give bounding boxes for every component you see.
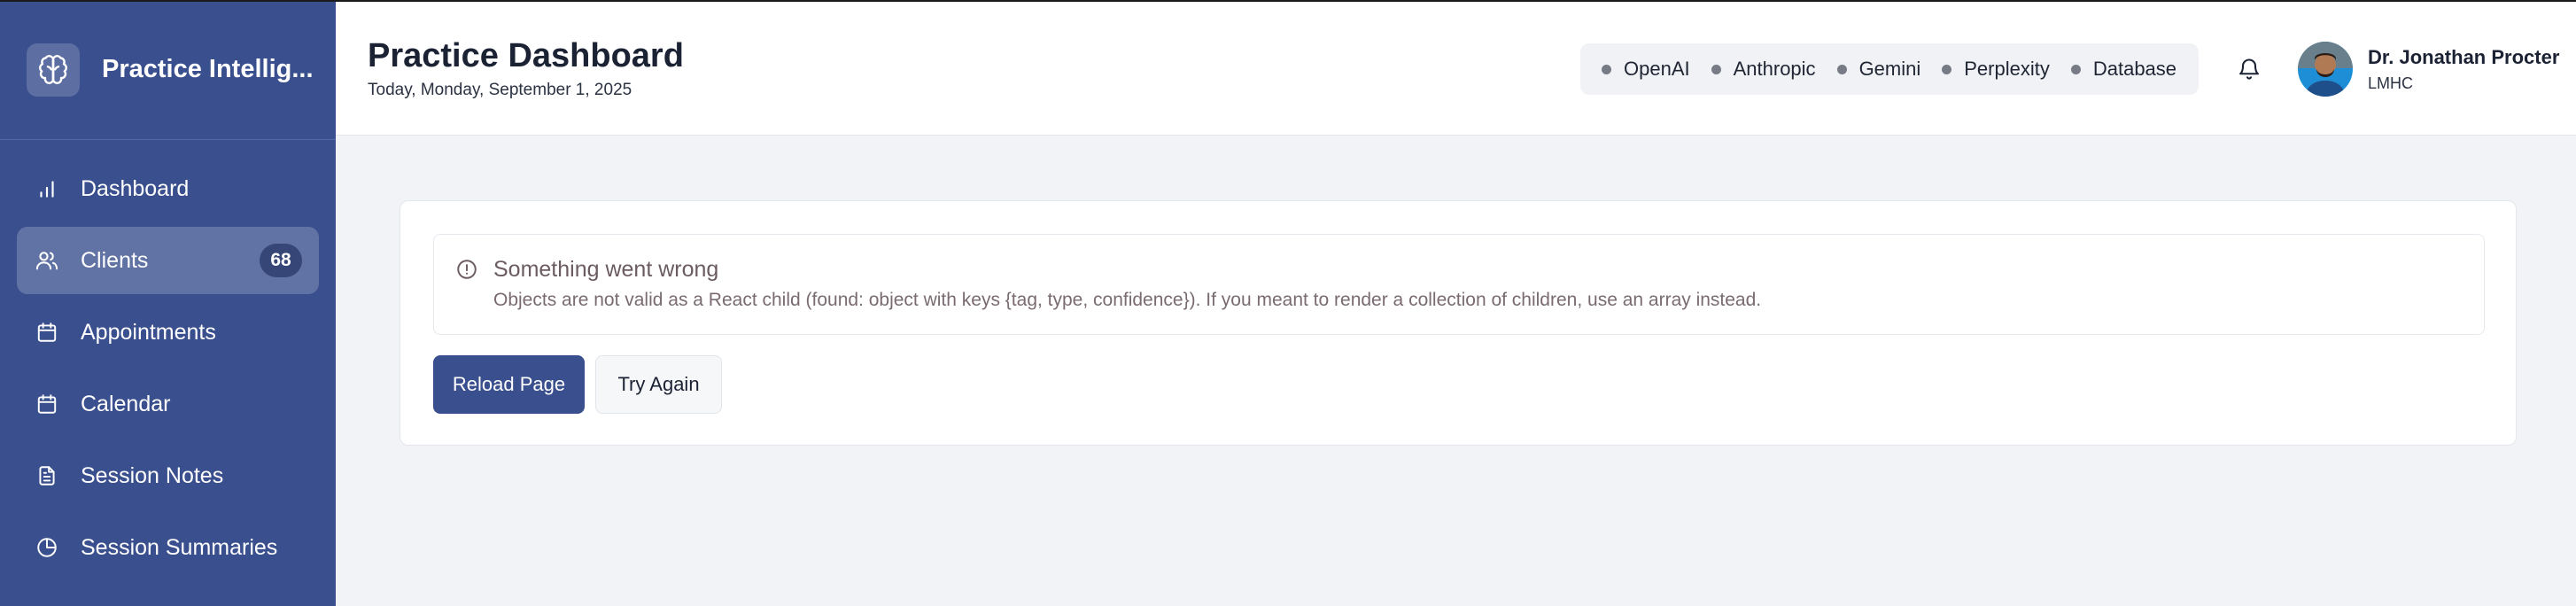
calendar-icon <box>34 391 60 417</box>
brain-icon <box>27 43 80 97</box>
top-header: Practice Dashboard Today, Monday, Septem… <box>336 2 2576 136</box>
alert-circle-icon <box>455 258 478 281</box>
brand[interactable]: Practice Intellig... <box>0 0 336 140</box>
status-dot-icon <box>1711 64 1721 74</box>
document-icon <box>34 462 60 489</box>
service-label: Anthropic <box>1733 58 1816 80</box>
reload-page-button[interactable]: Reload Page <box>433 355 585 414</box>
service-status-perplexity: Perplexity <box>1942 58 2050 81</box>
error-card: Something went wrong Objects are not val… <box>400 200 2517 446</box>
sidebar-item-label: Clients <box>81 247 149 273</box>
error-title: Something went wrong <box>493 257 719 282</box>
bar-chart-icon <box>34 175 60 202</box>
sidebar-item-clients[interactable]: Clients 68 <box>17 227 319 294</box>
notifications-bell-icon[interactable] <box>2237 57 2262 82</box>
user-avatar[interactable] <box>2298 42 2353 97</box>
status-dot-icon <box>1942 64 1952 74</box>
sidebar-nav: Dashboard Clients 68 Appointments Calend… <box>0 140 336 581</box>
status-dot-icon <box>1602 64 1611 74</box>
service-label: Gemini <box>1858 58 1921 80</box>
sidebar-item-session-notes[interactable]: Session Notes <box>17 442 319 509</box>
service-label: Database <box>2092 58 2177 80</box>
sidebar-item-label: Appointments <box>81 319 216 345</box>
sidebar-item-label: Session Notes <box>81 462 224 488</box>
sidebar-item-appointments[interactable]: Appointments <box>17 299 319 366</box>
try-again-button[interactable]: Try Again <box>595 355 722 414</box>
sidebar-item-session-summaries[interactable]: Session Summaries <box>17 514 319 581</box>
sidebar-item-label: Calendar <box>81 391 171 416</box>
status-dot-icon <box>2070 64 2081 74</box>
sidebar-item-dashboard[interactable]: Dashboard <box>17 155 319 222</box>
sidebar-item-calendar[interactable]: Calendar <box>17 370 319 438</box>
user-role: LMHC <box>2368 74 2414 92</box>
calendar-icon <box>34 319 60 346</box>
service-status-openai: OpenAI <box>1602 58 1690 81</box>
sidebar: Practice Intellig... Dashboard Clients 6 <box>0 0 336 606</box>
users-icon <box>34 247 60 274</box>
pie-chart-icon <box>34 534 60 561</box>
user-name: Dr. Jonathan Procter <box>2368 46 2560 68</box>
page-title: Practice Dashboard <box>368 37 684 74</box>
clients-count-badge: 68 <box>260 244 302 277</box>
window-top-border <box>0 0 2576 2</box>
app-name: Practice Intellig... <box>102 55 314 83</box>
service-label: Perplexity <box>1964 58 2050 80</box>
service-label: OpenAI <box>1624 58 1690 80</box>
status-dot-icon <box>1836 64 1847 74</box>
error-message: Objects are not valid as a React child (… <box>493 290 1762 310</box>
service-status-bar: OpenAI Anthropic Gemini Perplexity Datab… <box>1580 43 2199 95</box>
error-alert: Something went wrong Objects are not val… <box>433 234 2485 335</box>
page-date: Today, Monday, September 1, 2025 <box>368 81 632 99</box>
service-status-database: Database <box>2070 58 2177 81</box>
sidebar-item-label: Dashboard <box>81 175 190 201</box>
service-status-gemini: Gemini <box>1836 58 1921 81</box>
sidebar-item-label: Session Summaries <box>81 534 278 560</box>
service-status-anthropic: Anthropic <box>1711 58 1816 81</box>
